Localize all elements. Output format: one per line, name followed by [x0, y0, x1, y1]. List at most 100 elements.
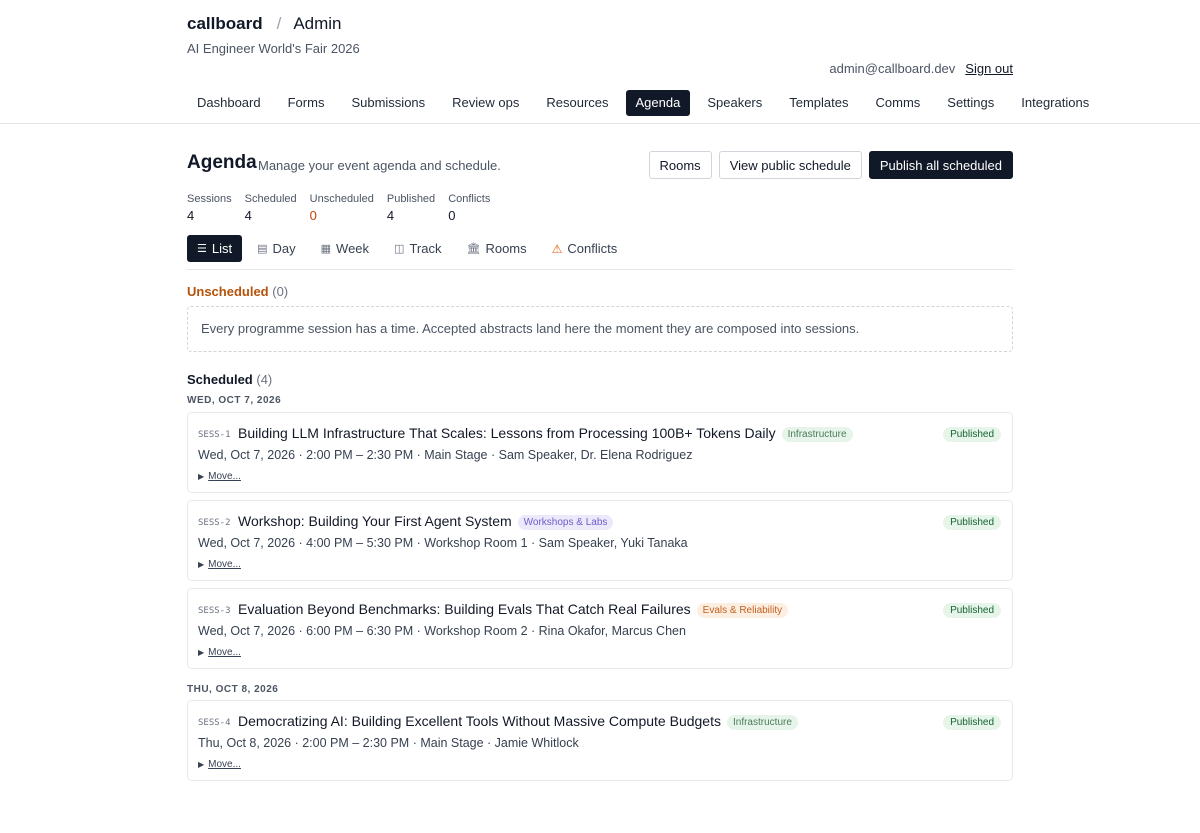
track-badge: Infrastructure	[726, 715, 798, 730]
caret-right-icon: ▶	[198, 472, 205, 481]
stat-value: 4	[244, 208, 252, 223]
session-meta: Wed, Oct 7, 2026 · 4:00 PM – 5:30 PM · W…	[198, 536, 688, 550]
brand: callboard / Admin	[187, 14, 342, 34]
caret-right-icon: ▶	[198, 760, 205, 769]
stat-published: Published 4	[387, 193, 435, 223]
move-toggle[interactable]: ▶ Move...	[198, 759, 241, 770]
view-tab-track[interactable]: ◫ Track	[384, 235, 451, 262]
brand-logo[interactable]: callboard	[187, 14, 263, 34]
nav-tab-submissions[interactable]: Submissions	[341, 90, 435, 116]
view-tab-label: Track	[409, 241, 442, 256]
session-title-text: Building LLM Infrastructure That Scales:…	[238, 425, 776, 441]
nav-tab-review-ops[interactable]: Review ops	[442, 90, 529, 116]
stat-label: Conflicts	[448, 193, 491, 205]
view-tab-label: Day	[272, 241, 296, 256]
unscheduled-count: (0)	[272, 284, 289, 299]
view-tab-label: Rooms	[485, 241, 527, 256]
nav-tab-comms[interactable]: Comms	[866, 90, 931, 116]
stats-bar: Sessions 4 Scheduled 4 Unscheduled 0 Pub…	[187, 193, 490, 223]
date-heading: WED, OCT 7, 2026	[187, 395, 282, 406]
scheduled-label: Scheduled	[187, 372, 253, 387]
view-tab-rooms[interactable]: 🏛 Rooms	[456, 235, 536, 262]
unscheduled-label: Unscheduled	[187, 284, 269, 299]
status-badge: Published	[943, 515, 1001, 530]
session-card[interactable]: SESS-2 Workshop: Building Your First Age…	[187, 500, 1013, 581]
week-icon: ▦	[320, 243, 332, 255]
track-badge: Infrastructure	[781, 427, 853, 442]
nav-tab-settings[interactable]: Settings	[937, 90, 1004, 116]
session-id: SESS-2	[198, 518, 231, 528]
stat-scheduled: Scheduled 4	[245, 193, 297, 223]
track-icon: ◫	[394, 243, 405, 255]
session-title[interactable]: Evaluation Beyond Benchmarks: Building E…	[238, 601, 789, 618]
view-tab-label: Week	[336, 241, 370, 256]
session-title[interactable]: Workshop: Building Your First Agent Syst…	[238, 513, 614, 530]
view-public-schedule-button[interactable]: View public schedule	[718, 151, 862, 179]
sign-out-link[interactable]: Sign out	[965, 61, 1013, 76]
stat-label: Sessions	[187, 193, 232, 205]
nav-tab-dashboard[interactable]: Dashboard	[187, 90, 271, 116]
stat-value: 4	[386, 208, 395, 223]
nav-tab-forms[interactable]: Forms	[278, 90, 335, 116]
caret-right-icon: ▶	[198, 560, 205, 569]
day-icon: ▤	[257, 243, 268, 255]
page-title: Agenda	[187, 152, 257, 173]
list-icon: ☰	[197, 243, 207, 255]
session-card[interactable]: SESS-4 Democratizing AI: Building Excell…	[187, 700, 1013, 781]
building-icon: 🏛	[466, 243, 481, 255]
session-meta: Wed, Oct 7, 2026 · 2:00 PM – 2:30 PM · M…	[198, 448, 693, 462]
nav-tab-integrations[interactable]: Integrations	[1011, 90, 1099, 116]
stat-unscheduled: Unscheduled 0	[310, 193, 374, 223]
track-badge: Workshops & Labs	[517, 515, 614, 530]
session-card[interactable]: SESS-3 Evaluation Beyond Benchmarks: Bui…	[187, 588, 1013, 669]
scheduled-count: (4)	[256, 372, 273, 387]
stat-conflicts: Conflicts 0	[448, 193, 490, 223]
nav-tab-templates[interactable]: Templates	[779, 90, 858, 116]
nav-tab-speakers[interactable]: Speakers	[697, 90, 772, 116]
move-toggle[interactable]: ▶ Move...	[198, 471, 241, 482]
stat-label: Scheduled	[244, 193, 297, 205]
date-heading: THU, OCT 8, 2026	[187, 684, 279, 695]
session-title[interactable]: Building LLM Infrastructure That Scales:…	[238, 425, 853, 442]
session-id: SESS-1	[198, 430, 231, 440]
session-id: SESS-4	[198, 718, 231, 728]
stat-value: 4	[187, 208, 195, 223]
session-title-text: Democratizing AI: Building Excellent Too…	[238, 713, 721, 729]
caret-right-icon: ▶	[198, 648, 205, 657]
stat-sessions: Sessions 4	[187, 193, 232, 223]
status-badge: Published	[943, 603, 1001, 618]
view-tab-list[interactable]: ☰ List	[187, 235, 243, 262]
stat-label: Unscheduled	[309, 193, 374, 205]
publish-all-scheduled-button[interactable]: Publish all scheduled	[868, 151, 1013, 179]
page-subtitle: Manage your event agenda and schedule.	[258, 158, 501, 173]
scheduled-heading: Scheduled (4)	[187, 372, 272, 387]
move-label: Move...	[208, 647, 241, 658]
stat-value: 0	[448, 208, 456, 223]
unscheduled-empty-state: Every programme session has a time. Acce…	[187, 306, 1013, 352]
section-title: Admin	[293, 14, 342, 33]
unscheduled-heading: Unscheduled (0)	[187, 284, 288, 299]
nav-tab-agenda[interactable]: Agenda	[625, 90, 691, 116]
main-nav: Dashboard Forms Submissions Review ops R…	[187, 90, 1106, 116]
stat-value: 0	[309, 208, 317, 223]
move-label: Move...	[208, 559, 241, 570]
view-tabs: ☰ List ▤ Day ▦ Week ◫ Track 🏛 Rooms ⚠ Co…	[187, 235, 1013, 270]
user-email: admin@callboard.dev	[829, 61, 956, 76]
move-toggle[interactable]: ▶ Move...	[198, 559, 241, 570]
move-toggle[interactable]: ▶ Move...	[198, 647, 241, 658]
session-card[interactable]: SESS-1 Building LLM Infrastructure That …	[187, 412, 1013, 493]
view-tab-week[interactable]: ▦ Week	[311, 235, 379, 262]
move-label: Move...	[208, 759, 241, 770]
stat-label: Published	[386, 193, 436, 205]
nav-tab-resources[interactable]: Resources	[536, 90, 618, 116]
agenda-main: Agenda Manage your event agenda and sche…	[187, 150, 1013, 781]
session-meta: Wed, Oct 7, 2026 · 6:00 PM – 6:30 PM · W…	[198, 624, 686, 638]
view-tab-conflicts[interactable]: ⚠ Conflicts	[542, 235, 628, 262]
view-tab-label: Conflicts	[567, 241, 618, 256]
title-row: Agenda Manage your event agenda and sche…	[187, 150, 1013, 180]
view-tab-day[interactable]: ▤ Day	[247, 235, 306, 262]
session-title[interactable]: Democratizing AI: Building Excellent Too…	[238, 713, 798, 730]
rooms-button[interactable]: Rooms	[648, 151, 712, 179]
app-header: callboard / Admin AI Engineer World's Fa…	[0, 0, 1200, 124]
page-actions: Rooms View public schedule Publish all s…	[648, 151, 1013, 179]
